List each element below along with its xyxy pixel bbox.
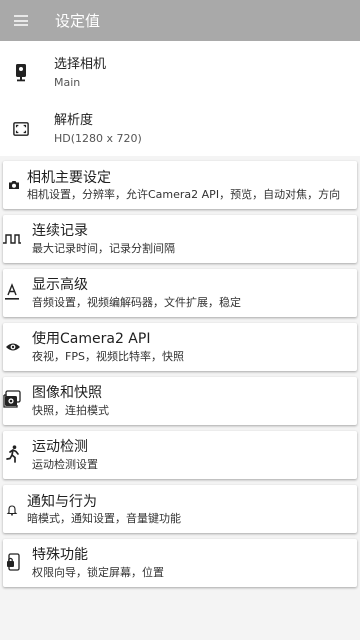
resolution-icon	[13, 120, 29, 138]
select-camera-value: Main	[54, 75, 81, 89]
page-title: 设定值	[55, 12, 101, 30]
card-title: 图像和快照	[32, 385, 102, 401]
running-person-icon	[4, 445, 22, 463]
pulse-wave-icon	[3, 230, 21, 248]
card-title: 显示高级	[32, 277, 88, 293]
card-advanced-display[interactable]: 显示高级 音频设置，视频编解码器，文件扩展，稳定	[3, 269, 357, 317]
card-subtitle: 运动检测设置	[32, 458, 98, 471]
burst-camera-icon	[3, 390, 21, 408]
card-subtitle: 最大记录时间，记录分割间隔	[32, 242, 175, 255]
card-camera-main-settings[interactable]: 相机主要设定 相机设置，分辨率，允许Camera2 API，预览，自动对焦，方向	[3, 161, 357, 209]
resolution-label: 解析度	[54, 112, 94, 128]
resolution-item[interactable]: 解析度 HD(1280 x 720)	[0, 101, 360, 157]
card-title: 使用Camera2 API	[32, 331, 151, 347]
app-bar: 设定值	[0, 0, 360, 41]
card-motion-detection[interactable]: 运动检测 运动检测设置	[3, 431, 357, 479]
menu-icon[interactable]	[14, 15, 28, 26]
card-title: 通知与行为	[27, 494, 97, 510]
select-camera-item[interactable]: 选择相机 Main	[0, 45, 360, 101]
card-subtitle: 快照，连拍模式	[32, 404, 109, 417]
top-settings-section: 选择相机 Main 解析度 HD(1280 x 720)	[0, 41, 360, 156]
bell-icon	[3, 501, 21, 519]
card-title: 运动检测	[32, 439, 88, 455]
camera-icon	[5, 176, 23, 194]
text-format-icon	[3, 283, 21, 301]
resolution-value: HD(1280 x 720)	[54, 131, 142, 145]
card-title: 特殊功能	[32, 547, 88, 563]
card-special-features[interactable]: 特殊功能 权限向导，锁定屏幕，位置	[3, 539, 357, 587]
card-title: 连续记录	[32, 223, 88, 239]
card-title: 相机主要设定	[27, 170, 111, 186]
card-subtitle: 夜视，FPS，视频比特率，快照	[32, 350, 184, 363]
camera-select-icon	[13, 64, 29, 82]
card-camera2-api[interactable]: 使用Camera2 API 夜视，FPS，视频比特率，快照	[3, 323, 357, 371]
card-subtitle: 相机设置，分辨率，允许Camera2 API，预览，自动对焦，方向	[27, 188, 341, 201]
select-camera-label: 选择相机	[54, 56, 107, 72]
card-continuous-recording[interactable]: 连续记录 最大记录时间，记录分割间隔	[3, 215, 357, 263]
card-subtitle: 暗模式，通知设置，音量键功能	[27, 512, 181, 525]
eye-icon	[4, 338, 22, 356]
phone-lock-icon	[4, 553, 22, 571]
card-subtitle: 音频设置，视频编解码器，文件扩展，稳定	[32, 296, 241, 309]
card-images-snapshots[interactable]: 图像和快照 快照，连拍模式	[3, 377, 357, 425]
card-subtitle: 权限向导，锁定屏幕，位置	[32, 566, 164, 579]
card-notifications-behavior[interactable]: 通知与行为 暗模式，通知设置，音量键功能	[3, 485, 357, 533]
